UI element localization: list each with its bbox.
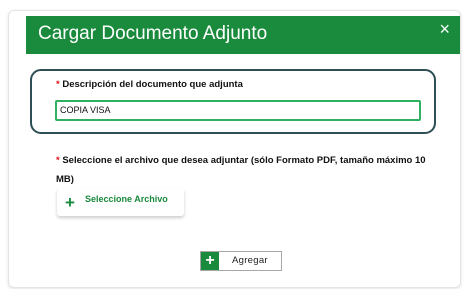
file-label-continuation: MB)	[56, 174, 74, 185]
add-button-label: Agregar	[232, 255, 268, 266]
select-file-label: Seleccione Archivo	[85, 194, 168, 204]
plus-icon: +	[65, 193, 75, 212]
description-value: COPIA VISA	[60, 105, 111, 115]
description-label: * Descripción del documento que adjunta	[56, 79, 243, 90]
required-mark: *	[56, 79, 60, 90]
file-label: * Seleccione el archivo que desea adjunt…	[56, 155, 426, 166]
description-input[interactable]: COPIA VISA	[55, 100, 421, 121]
add-button[interactable]: + Agregar	[200, 251, 282, 271]
select-file-button[interactable]: + Seleccione Archivo	[57, 188, 184, 216]
file-label-text: Seleccione el archivo que desea adjuntar…	[62, 155, 426, 166]
dialog-header: Cargar Documento Adjunto ×	[26, 16, 460, 54]
description-label-text: Descripción del documento que adjunta	[62, 79, 243, 90]
close-icon[interactable]: ×	[439, 18, 450, 40]
dialog-title: Cargar Documento Adjunto	[38, 23, 268, 44]
required-mark: *	[56, 155, 60, 166]
plus-icon: +	[201, 252, 219, 270]
